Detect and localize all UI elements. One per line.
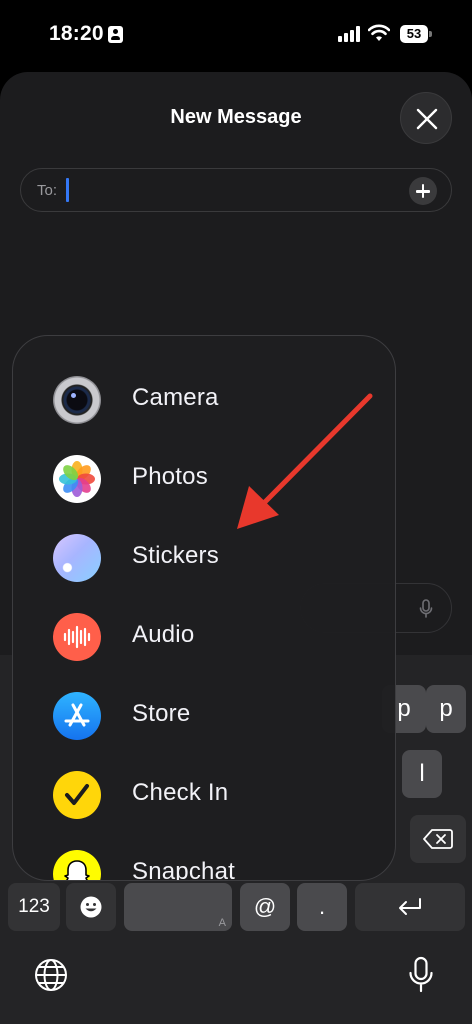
- app-menu-popup: Camera Photos Stickers Audio Store Check…: [12, 335, 396, 881]
- stickers-icon: [53, 534, 101, 582]
- key-l[interactable]: l: [402, 750, 442, 798]
- cellular-signal-icon: [338, 26, 360, 42]
- menu-item-label: Check In: [132, 779, 229, 806]
- menu-item-check-in[interactable]: Check In: [13, 755, 395, 834]
- delete-key[interactable]: [410, 815, 466, 863]
- photos-icon: [53, 455, 101, 503]
- snapchat-ghost-icon: [53, 850, 101, 880]
- close-button[interactable]: [400, 92, 452, 144]
- delete-icon: [423, 829, 453, 849]
- camera-icon: [53, 376, 101, 424]
- id-card-icon: [108, 26, 123, 43]
- key-p[interactable]: p: [426, 685, 466, 733]
- menu-item-snapchat[interactable]: Snapchat: [13, 834, 395, 881]
- menu-item-label: Photos: [132, 463, 208, 490]
- menu-item-camera[interactable]: Camera: [13, 360, 395, 439]
- status-bar: 18:20 53: [0, 0, 472, 70]
- status-time: 18:20: [49, 22, 104, 45]
- menu-item-label: Camera: [132, 384, 219, 411]
- menu-item-label: Store: [132, 700, 191, 727]
- space-key[interactable]: A: [124, 883, 232, 931]
- microphone-icon[interactable]: [419, 599, 433, 619]
- return-icon: [399, 898, 421, 915]
- globe-icon[interactable]: [34, 958, 68, 992]
- space-key-hint: A: [218, 917, 226, 929]
- menu-item-label: Stickers: [132, 542, 219, 569]
- audio-waveform-icon: [53, 613, 101, 661]
- to-field[interactable]: To:: [20, 168, 452, 212]
- numbers-key[interactable]: 123: [8, 883, 60, 931]
- emoji-icon: [80, 896, 102, 918]
- checkmark-icon: [53, 771, 101, 819]
- menu-item-photos[interactable]: Photos: [13, 439, 395, 518]
- menu-item-audio[interactable]: Audio: [13, 597, 395, 676]
- to-label: To:: [37, 182, 58, 199]
- menu-item-label: Snapchat: [132, 858, 236, 881]
- wifi-icon: [368, 24, 390, 41]
- add-recipient-button[interactable]: [409, 177, 437, 205]
- emoji-key[interactable]: [66, 883, 116, 931]
- text-caret: [66, 178, 69, 202]
- microphone-icon[interactable]: [408, 956, 434, 994]
- battery-level: 53: [400, 25, 428, 43]
- menu-item-stickers[interactable]: Stickers: [13, 518, 395, 597]
- return-key[interactable]: [355, 883, 465, 931]
- app-store-icon: [53, 692, 101, 740]
- at-key[interactable]: @: [240, 883, 290, 931]
- menu-item-store[interactable]: Store: [13, 676, 395, 755]
- close-icon: [416, 108, 438, 130]
- menu-item-label: Audio: [132, 621, 195, 648]
- period-key[interactable]: .: [297, 883, 347, 931]
- battery-icon: 53: [400, 25, 432, 43]
